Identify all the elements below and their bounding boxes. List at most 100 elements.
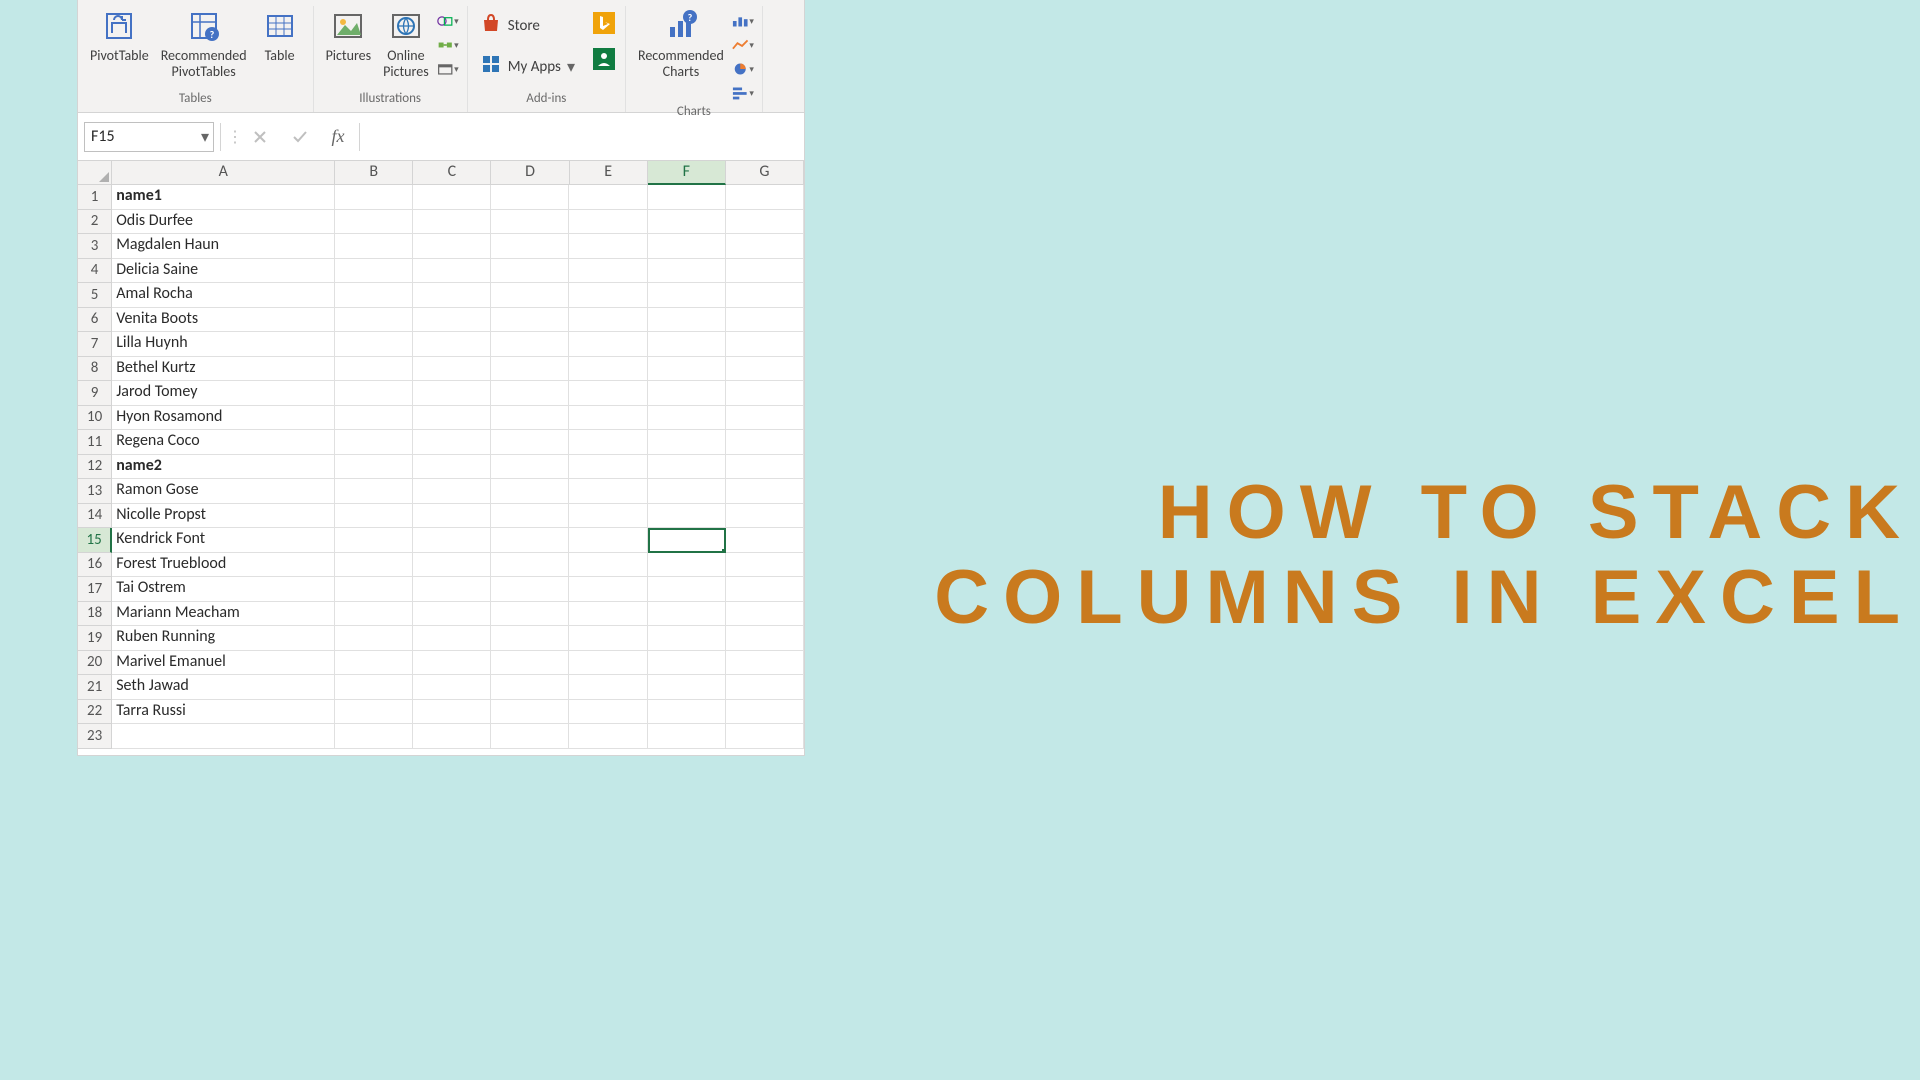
cell-D20[interactable] bbox=[491, 651, 569, 676]
cell-B15[interactable] bbox=[335, 528, 413, 553]
cell-E8[interactable] bbox=[569, 357, 647, 382]
cell-F7[interactable] bbox=[648, 332, 726, 357]
cell-A1[interactable]: name1 bbox=[112, 185, 334, 210]
cell-B13[interactable] bbox=[335, 479, 413, 504]
cell-G9[interactable] bbox=[726, 381, 804, 406]
cell-G22[interactable] bbox=[726, 700, 804, 725]
cell-B17[interactable] bbox=[335, 577, 413, 602]
cell-F2[interactable] bbox=[648, 210, 726, 235]
cell-A10[interactable]: Hyon Rosamond bbox=[112, 406, 334, 431]
cell-G20[interactable] bbox=[726, 651, 804, 676]
line-chart-button[interactable]: ▾ bbox=[732, 34, 754, 56]
row-header[interactable]: 13 bbox=[78, 479, 112, 504]
cell-E3[interactable] bbox=[569, 234, 647, 259]
cell-B21[interactable] bbox=[335, 675, 413, 700]
cell-D22[interactable] bbox=[491, 700, 569, 725]
cell-A2[interactable]: Odis Durfee bbox=[112, 210, 334, 235]
cell-A17[interactable]: Tai Ostrem bbox=[112, 577, 334, 602]
cell-B18[interactable] bbox=[335, 602, 413, 627]
row-header[interactable]: 8 bbox=[78, 357, 112, 382]
cell-C22[interactable] bbox=[413, 700, 491, 725]
chevron-down-icon[interactable]: ▾ bbox=[201, 127, 209, 147]
cell-F23[interactable] bbox=[648, 724, 726, 749]
cell-B16[interactable] bbox=[335, 553, 413, 578]
column-header-G[interactable]: G bbox=[726, 161, 804, 185]
cell-F6[interactable] bbox=[648, 308, 726, 333]
cell-A11[interactable]: Regena Coco bbox=[112, 430, 334, 455]
row-header[interactable]: 15 bbox=[78, 528, 112, 553]
select-all-corner[interactable] bbox=[78, 161, 112, 185]
cell-E7[interactable] bbox=[569, 332, 647, 357]
cell-G11[interactable] bbox=[726, 430, 804, 455]
row-header[interactable]: 16 bbox=[78, 553, 112, 578]
cell-C1[interactable] bbox=[413, 185, 491, 210]
cell-G2[interactable] bbox=[726, 210, 804, 235]
row-header[interactable]: 14 bbox=[78, 504, 112, 529]
row-header[interactable]: 21 bbox=[78, 675, 112, 700]
cell-D2[interactable] bbox=[491, 210, 569, 235]
cell-D8[interactable] bbox=[491, 357, 569, 382]
cell-E10[interactable] bbox=[569, 406, 647, 431]
cell-G8[interactable] bbox=[726, 357, 804, 382]
column-header-B[interactable]: B bbox=[335, 161, 413, 185]
cell-D21[interactable] bbox=[491, 675, 569, 700]
my-apps-button[interactable]: My Apps▾ bbox=[476, 51, 579, 82]
cell-C8[interactable] bbox=[413, 357, 491, 382]
cell-B4[interactable] bbox=[335, 259, 413, 284]
cell-F10[interactable] bbox=[648, 406, 726, 431]
cell-C6[interactable] bbox=[413, 308, 491, 333]
cell-B23[interactable] bbox=[335, 724, 413, 749]
cell-D10[interactable] bbox=[491, 406, 569, 431]
cell-B12[interactable] bbox=[335, 455, 413, 480]
screenshot-button[interactable]: ▾ bbox=[437, 58, 459, 80]
cell-B7[interactable] bbox=[335, 332, 413, 357]
cell-E21[interactable] bbox=[569, 675, 647, 700]
cell-C7[interactable] bbox=[413, 332, 491, 357]
cell-C3[interactable] bbox=[413, 234, 491, 259]
column-header-E[interactable]: E bbox=[570, 161, 648, 185]
formula-input[interactable] bbox=[366, 122, 798, 152]
fx-icon[interactable]: fx bbox=[323, 126, 353, 147]
cell-A9[interactable]: Jarod Tomey bbox=[112, 381, 334, 406]
cell-F9[interactable] bbox=[648, 381, 726, 406]
cell-B9[interactable] bbox=[335, 381, 413, 406]
cell-D7[interactable] bbox=[491, 332, 569, 357]
row-header[interactable]: 5 bbox=[78, 283, 112, 308]
cell-G1[interactable] bbox=[726, 185, 804, 210]
cell-D1[interactable] bbox=[491, 185, 569, 210]
cell-B11[interactable] bbox=[335, 430, 413, 455]
cell-A16[interactable]: Forest Trueblood bbox=[112, 553, 334, 578]
cell-E4[interactable] bbox=[569, 259, 647, 284]
cell-F8[interactable] bbox=[648, 357, 726, 382]
cell-F1[interactable] bbox=[648, 185, 726, 210]
cell-B22[interactable] bbox=[335, 700, 413, 725]
cell-F21[interactable] bbox=[648, 675, 726, 700]
cell-C9[interactable] bbox=[413, 381, 491, 406]
cell-G4[interactable] bbox=[726, 259, 804, 284]
cell-D9[interactable] bbox=[491, 381, 569, 406]
row-header[interactable]: 23 bbox=[78, 724, 112, 749]
cell-G7[interactable] bbox=[726, 332, 804, 357]
cell-C2[interactable] bbox=[413, 210, 491, 235]
column-header-F[interactable]: F bbox=[648, 161, 726, 185]
recommended-pivottables-button[interactable]: ?RecommendedPivotTables bbox=[157, 6, 251, 82]
cell-C11[interactable] bbox=[413, 430, 491, 455]
accept-formula-button[interactable] bbox=[283, 122, 317, 152]
recommended-charts-button[interactable]: ?RecommendedCharts bbox=[634, 6, 728, 82]
smartart-button[interactable]: ▾ bbox=[437, 34, 459, 56]
cell-B8[interactable] bbox=[335, 357, 413, 382]
cell-A18[interactable]: Mariann Meacham bbox=[112, 602, 334, 627]
cell-F11[interactable] bbox=[648, 430, 726, 455]
cell-A7[interactable]: Lilla Huynh bbox=[112, 332, 334, 357]
cell-E2[interactable] bbox=[569, 210, 647, 235]
cell-B1[interactable] bbox=[335, 185, 413, 210]
cell-E20[interactable] bbox=[569, 651, 647, 676]
cell-B3[interactable] bbox=[335, 234, 413, 259]
cell-A6[interactable]: Venita Boots bbox=[112, 308, 334, 333]
cell-C23[interactable] bbox=[413, 724, 491, 749]
cell-E6[interactable] bbox=[569, 308, 647, 333]
column-header-C[interactable]: C bbox=[413, 161, 491, 185]
cell-C21[interactable] bbox=[413, 675, 491, 700]
cell-A20[interactable]: Marivel Emanuel bbox=[112, 651, 334, 676]
cell-F3[interactable] bbox=[648, 234, 726, 259]
